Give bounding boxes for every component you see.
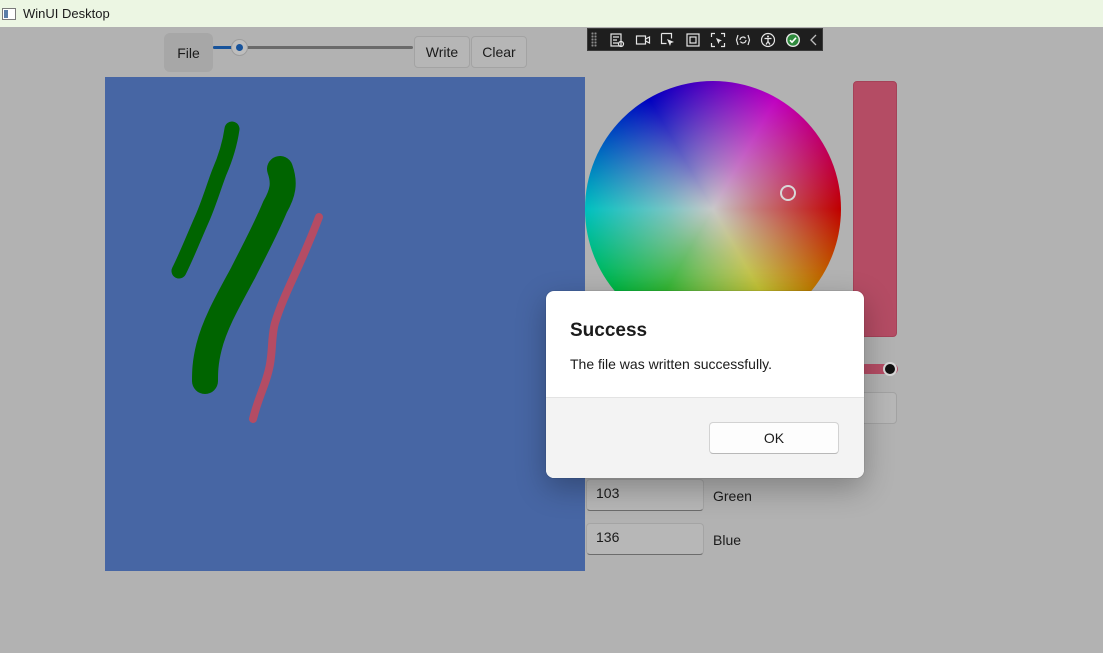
ink-stroke [171, 121, 240, 279]
ok-button[interactable]: OK [709, 422, 839, 454]
blue-label: Blue [713, 532, 742, 548]
record-icon[interactable] [630, 29, 655, 50]
green-label: Green [713, 488, 752, 504]
hot-reload-icon[interactable] [731, 29, 756, 50]
dialog-footer: OK [546, 397, 864, 478]
write-button[interactable]: Write [414, 36, 470, 68]
display-layout-adorners-icon[interactable] [680, 29, 705, 50]
select-element-icon[interactable] [655, 29, 680, 50]
hex-input[interactable] [860, 392, 897, 424]
color-value-slider[interactable] [860, 362, 898, 376]
green-value-input[interactable]: 103 [586, 479, 704, 511]
blue-value-input[interactable]: 136 [586, 523, 704, 555]
file-button[interactable]: File [164, 33, 213, 72]
slider-thumb[interactable] [231, 39, 248, 56]
dialog-title: Success [570, 320, 648, 341]
success-dialog: Success The file was written successfull… [546, 291, 864, 478]
binding-failures-ok-icon[interactable] [781, 29, 806, 50]
color-value-slider-thumb[interactable] [883, 362, 897, 376]
stroke-size-slider[interactable] [213, 38, 414, 58]
accessibility-checker-icon[interactable] [756, 29, 781, 50]
toolbar-grip-handle[interactable] [591, 32, 597, 47]
clear-button[interactable]: Clear [471, 36, 527, 68]
xaml-debug-toolbar [587, 28, 823, 51]
app-icon [2, 7, 16, 20]
ink-canvas[interactable] [105, 77, 585, 571]
title-bar: WinUI Desktop [0, 0, 1103, 27]
live-visual-tree-icon[interactable] [605, 29, 630, 50]
color-wheel-selector[interactable] [780, 185, 796, 201]
window-title: WinUI Desktop [23, 6, 110, 21]
dialog-message: The file was written successfully. [570, 356, 773, 372]
track-focus-icon[interactable] [705, 29, 730, 50]
collapse-chevron-icon[interactable] [806, 29, 822, 50]
